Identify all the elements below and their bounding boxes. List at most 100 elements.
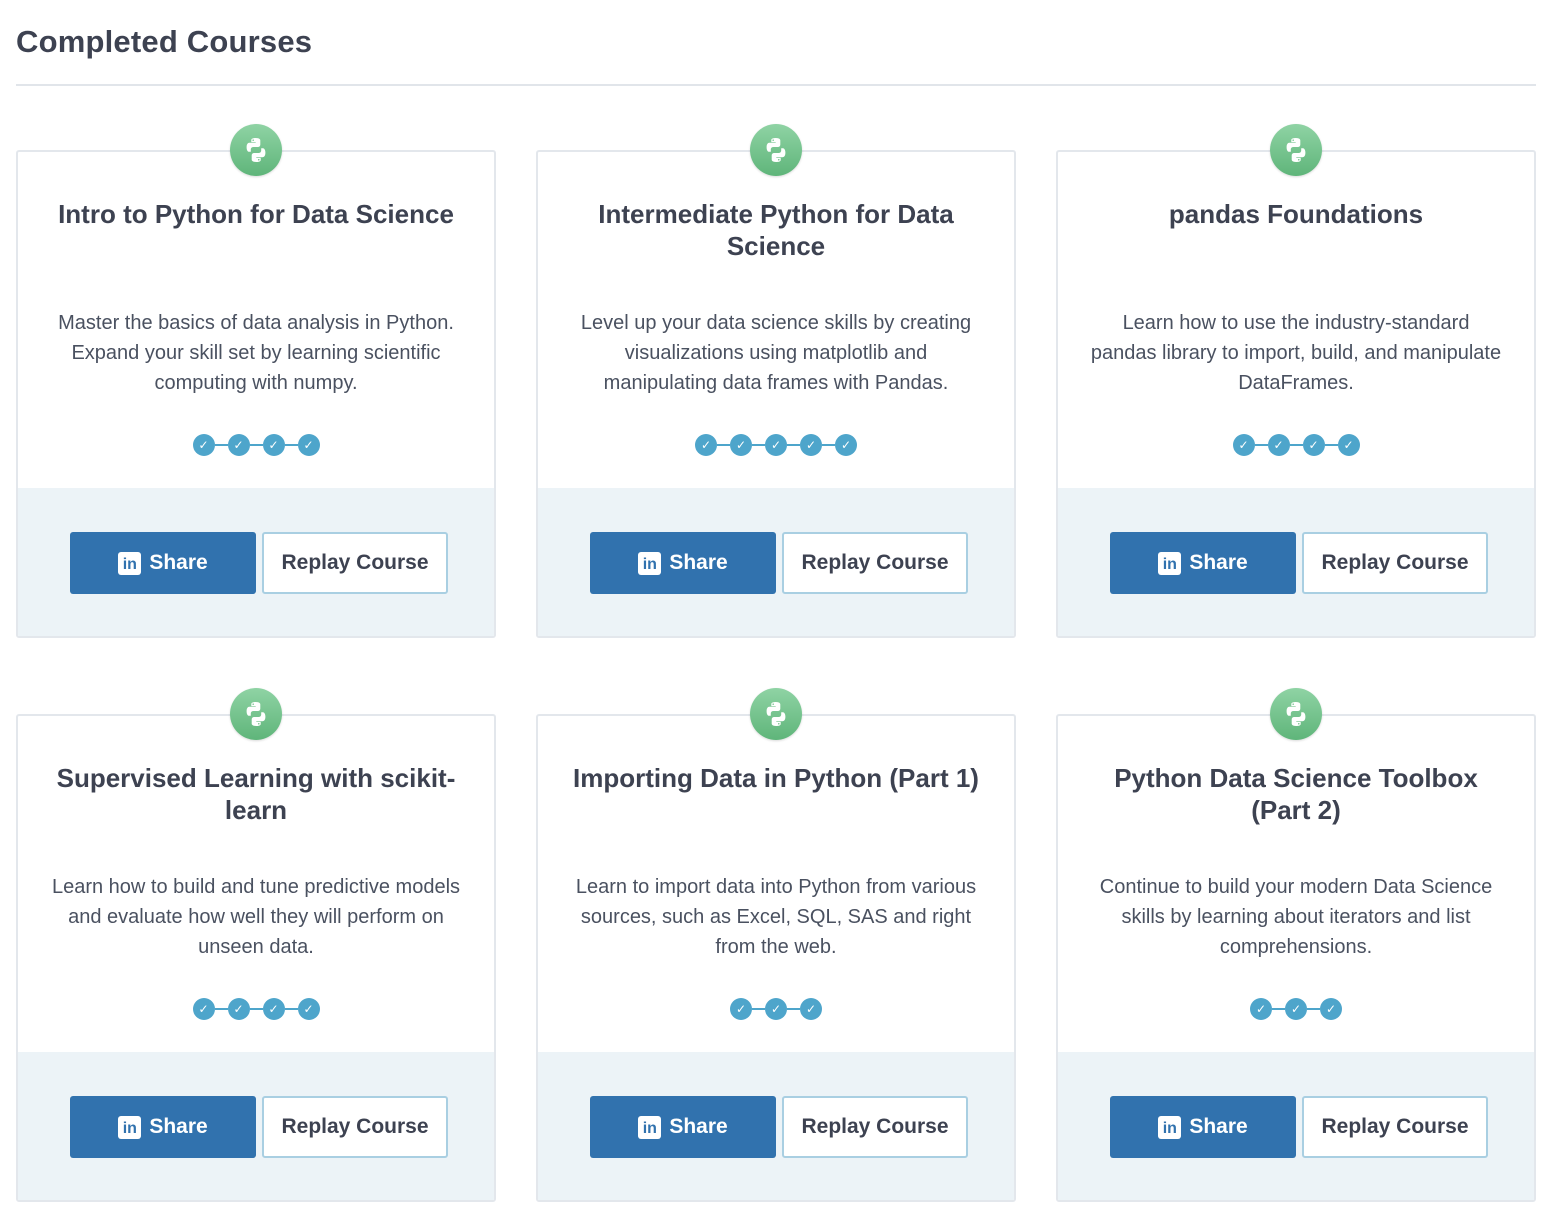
- chapter-complete-check-icon: ✓: [192, 434, 215, 456]
- course-description: Learn to import data into Python from va…: [575, 876, 977, 958]
- linkedin-icon: in: [1158, 551, 1182, 575]
- chapter-complete-check-icon: ✓: [765, 998, 787, 1020]
- course-card-body: Supervised Learning with scikit-learn Le…: [16, 714, 496, 1202]
- course-title[interactable]: Intermediate Python for Data Science: [568, 198, 984, 262]
- course-card-6: Python Data Science Toolbox (Part 2) Con…: [1056, 688, 1536, 1202]
- progress-connector: [249, 444, 263, 446]
- chapter-progress: ✓ ✓ ✓ ✓ ✓: [538, 434, 1014, 456]
- python-icon: [1270, 124, 1322, 176]
- python-icon: [750, 124, 802, 176]
- course-card-content: Intro to Python for Data Science Master …: [18, 152, 494, 488]
- chapter-complete-check-icon: ✓: [227, 434, 250, 456]
- course-description: Continue to build your modern Data Scien…: [1099, 876, 1493, 958]
- progress-connector: [1272, 1008, 1285, 1010]
- course-card-content: pandas Foundations Learn how to use the …: [1058, 152, 1534, 488]
- course-card-body: pandas Foundations Learn how to use the …: [1056, 150, 1536, 638]
- progress-connector: [1254, 444, 1268, 446]
- course-card-body: Python Data Science Toolbox (Part 2) Con…: [1056, 714, 1536, 1202]
- course-card-body: Intro to Python for Data Science Master …: [16, 150, 496, 638]
- chapter-progress: ✓ ✓ ✓ ✓: [18, 998, 494, 1020]
- chapter-complete-check-icon: ✓: [765, 434, 787, 456]
- chapter-complete-check-icon: ✓: [835, 434, 857, 456]
- python-icon: [230, 124, 282, 176]
- replay-course-button[interactable]: Replay Course: [262, 1096, 448, 1158]
- share-linkedin-button[interactable]: in Share: [590, 1096, 776, 1158]
- course-card-actions: in Share Replay Course: [18, 1052, 494, 1200]
- progress-connector: [787, 1008, 800, 1010]
- course-title[interactable]: pandas Foundations: [1088, 198, 1504, 230]
- progress-connector: [214, 1008, 228, 1010]
- chapter-complete-check-icon: ✓: [262, 434, 285, 456]
- chapter-complete-check-icon: ✓: [1337, 434, 1360, 456]
- course-title[interactable]: Python Data Science Toolbox (Part 2): [1088, 762, 1504, 826]
- course-title[interactable]: Importing Data in Python (Part 1): [568, 762, 984, 794]
- linkedin-icon: in: [118, 1115, 142, 1139]
- chapter-progress: ✓ ✓ ✓ ✓: [1058, 434, 1534, 456]
- share-label: Share: [669, 1115, 728, 1138]
- course-card-content: Importing Data in Python (Part 1) Learn …: [538, 716, 1014, 1052]
- page-title: Completed Courses: [16, 24, 313, 59]
- progress-connector: [1324, 444, 1338, 446]
- replay-label: Replay Course: [1321, 551, 1469, 574]
- course-card-actions: in Share Replay Course: [538, 488, 1014, 636]
- course-card-actions: in Share Replay Course: [1058, 488, 1534, 636]
- progress-connector: [717, 444, 730, 446]
- share-label: Share: [1189, 551, 1248, 574]
- replay-course-button[interactable]: Replay Course: [782, 532, 968, 594]
- progress-connector: [284, 444, 298, 446]
- chapter-complete-check-icon: ✓: [695, 434, 717, 456]
- replay-label: Replay Course: [281, 551, 429, 574]
- course-card-5: Importing Data in Python (Part 1) Learn …: [536, 688, 1016, 1202]
- python-icon: [1270, 688, 1322, 740]
- chapter-progress: ✓ ✓ ✓ ✓: [18, 434, 494, 456]
- course-title[interactable]: Supervised Learning with scikit-learn: [48, 762, 464, 826]
- replay-course-button[interactable]: Replay Course: [782, 1096, 968, 1158]
- share-linkedin-button[interactable]: in Share: [590, 532, 776, 594]
- progress-connector: [752, 1008, 765, 1010]
- chapter-complete-check-icon: ✓: [730, 998, 752, 1020]
- chapter-complete-check-icon: ✓: [1285, 998, 1307, 1020]
- python-icon: [230, 688, 282, 740]
- course-card-body: Intermediate Python for Data Science Lev…: [536, 150, 1016, 638]
- share-linkedin-button[interactable]: in Share: [70, 1096, 256, 1158]
- progress-connector: [1307, 1008, 1320, 1010]
- course-card-content: Python Data Science Toolbox (Part 2) Con…: [1058, 716, 1534, 1052]
- chapter-complete-check-icon: ✓: [1320, 998, 1342, 1020]
- progress-connector: [214, 444, 228, 446]
- completed-courses-page: Completed Courses Intro to Python for Da…: [0, 0, 1550, 1226]
- share-linkedin-button[interactable]: in Share: [1110, 1096, 1296, 1158]
- linkedin-icon: in: [1158, 1115, 1182, 1139]
- chapter-complete-check-icon: ✓: [262, 998, 285, 1020]
- chapter-complete-check-icon: ✓: [227, 998, 250, 1020]
- share-label: Share: [149, 551, 208, 574]
- progress-connector: [787, 444, 800, 446]
- replay-course-button[interactable]: Replay Course: [262, 532, 448, 594]
- share-linkedin-button[interactable]: in Share: [70, 532, 256, 594]
- course-card-content: Supervised Learning with scikit-learn Le…: [18, 716, 494, 1052]
- chapter-complete-check-icon: ✓: [1250, 998, 1272, 1020]
- chapter-progress: ✓ ✓ ✓: [1058, 998, 1534, 1020]
- course-card-body: Importing Data in Python (Part 1) Learn …: [536, 714, 1016, 1202]
- replay-course-button[interactable]: Replay Course: [1302, 532, 1488, 594]
- course-card-4: Supervised Learning with scikit-learn Le…: [16, 688, 496, 1202]
- course-description: Master the basics of data analysis in Py…: [58, 312, 454, 394]
- chapter-complete-check-icon: ✓: [1302, 434, 1325, 456]
- course-card-actions: in Share Replay Course: [1058, 1052, 1534, 1200]
- chapter-complete-check-icon: ✓: [1267, 434, 1290, 456]
- course-description: Level up your data science skills by cre…: [580, 312, 972, 394]
- replay-course-button[interactable]: Replay Course: [1302, 1096, 1488, 1158]
- course-title[interactable]: Intro to Python for Data Science: [48, 198, 464, 230]
- chapter-complete-check-icon: ✓: [297, 998, 320, 1020]
- chapter-complete-check-icon: ✓: [192, 998, 215, 1020]
- replay-label: Replay Course: [801, 551, 949, 574]
- course-card-2: Intermediate Python for Data Science Lev…: [536, 124, 1016, 638]
- share-linkedin-button[interactable]: in Share: [1110, 532, 1296, 594]
- progress-connector: [249, 1008, 263, 1010]
- share-label: Share: [1189, 1115, 1248, 1138]
- python-icon: [750, 688, 802, 740]
- chapter-progress: ✓ ✓ ✓: [538, 998, 1014, 1020]
- course-card-content: Intermediate Python for Data Science Lev…: [538, 152, 1014, 488]
- progress-connector: [284, 1008, 298, 1010]
- linkedin-icon: in: [638, 551, 662, 575]
- replay-label: Replay Course: [281, 1115, 429, 1138]
